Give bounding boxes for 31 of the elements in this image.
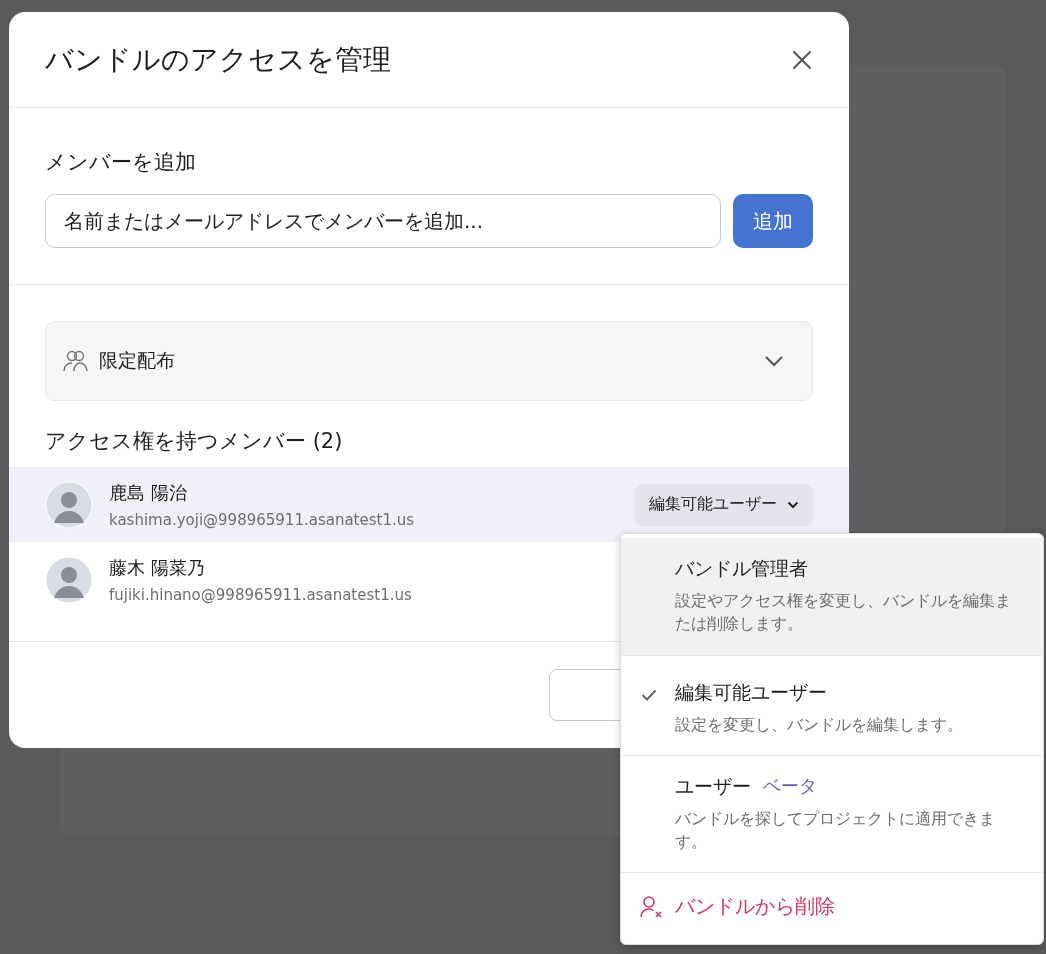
add-button[interactable]: 追加 [733,194,813,248]
avatar-icon [45,480,93,529]
remove-person-icon [639,894,663,919]
role-option[interactable]: ユーザー ベータ バンドルを探してプロジェクトに適用できます。 [621,755,1043,874]
role-title: バンドル管理者 [675,556,808,581]
beta-tag: ベータ [763,773,817,800]
role-description: バンドルを探してプロジェクトに適用できます。 [675,808,996,853]
chevron-icon [764,355,784,367]
role-title: ユーザー [675,773,751,799]
caret-icon [787,500,799,509]
role-description: 設定やアクセス権を変更し、バンドルを編集または削除します。 [675,591,1012,636]
members-heading: アクセス権を持つメンバー (2) [45,428,344,455]
people-icon [63,349,89,373]
member-email: fujiki.hinano@998965911.asanatest1.us [109,585,412,604]
dialog-title: バンドルのアクセスを管理 [45,41,391,78]
member-email: kashima.yoji@998965911.asanatest1.us [109,510,415,529]
close-icon[interactable] [791,48,813,71]
member-name: 藤木 陽菜乃 [109,555,205,580]
role-option[interactable]: バンドル管理者 設定やアクセス権を変更し、バンドルを編集または削除します。 [621,538,1043,656]
role-option[interactable]: 編集可能ユーザー 設定を変更し、バンドルを編集します。 [621,661,1043,756]
member-search-field[interactable]: 名前またはメールアドレスでメンバーを追加... [45,194,721,248]
check-icon [641,688,657,701]
role-dropdown[interactable]: 編集可能ユーザー [635,483,813,526]
role-title: 編集可能ユーザー [675,679,827,705]
role-description: 設定を変更し、バンドルを編集します。 [675,714,963,736]
member-name: 鹿島 陽治 [109,480,187,505]
distribution-select[interactable]: 限定配布 [45,321,813,401]
member-row[interactable]: 鹿島 陽治 kashima.yoji@998965911.asanatest1.us 編集可能ユーザー [9,467,849,542]
section-label: メンバーを追加 [45,149,197,176]
avatar-icon [45,555,93,604]
remove-option[interactable]: バンドルから削除 [621,873,1043,941]
